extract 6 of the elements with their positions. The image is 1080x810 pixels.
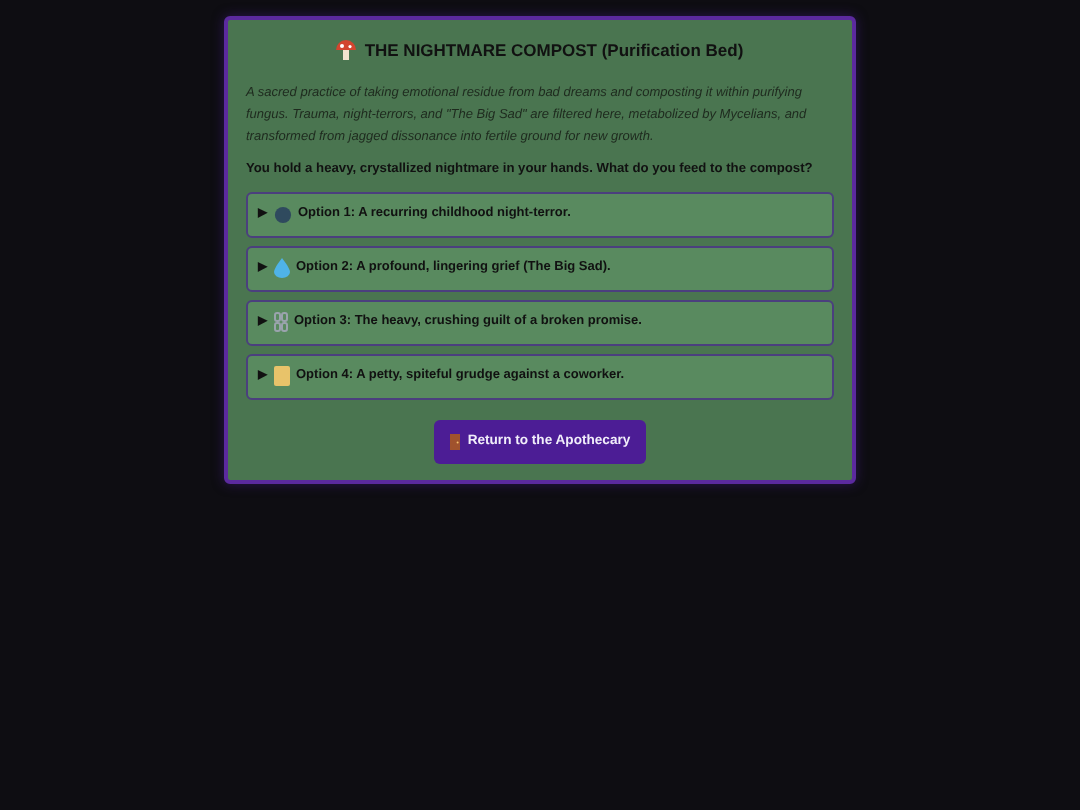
panel-title: THE NIGHTMARE COMPOST (Purification Bed) — [364, 38, 744, 64]
chain-icon — [274, 312, 288, 333]
droplet-icon — [274, 258, 290, 279]
mushroom-icon — [336, 40, 357, 61]
orb-icon — [274, 205, 292, 224]
door-icon — [449, 433, 460, 450]
